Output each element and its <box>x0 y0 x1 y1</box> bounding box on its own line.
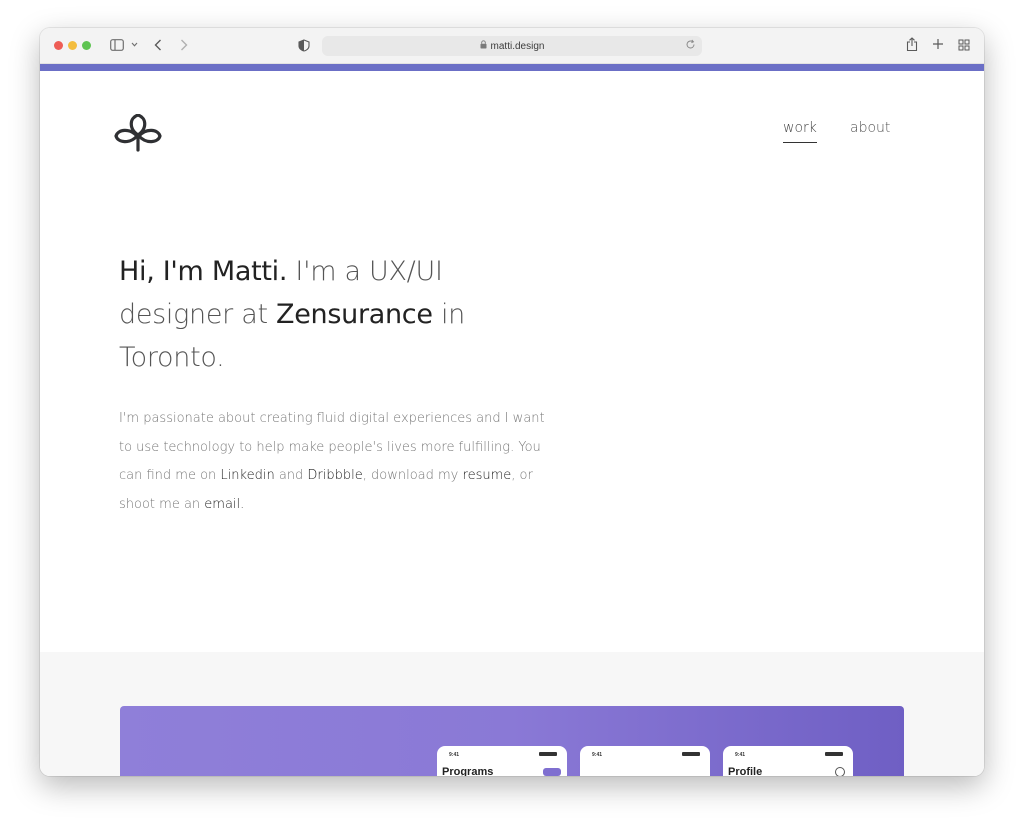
zoom-window-button[interactable] <box>82 41 91 50</box>
back-icon[interactable] <box>154 39 162 51</box>
hero-intro: Hi, I'm Matti. <box>119 256 288 287</box>
address-bar[interactable]: matti.design <box>322 36 702 56</box>
email-link[interactable]: email <box>204 497 240 512</box>
privacy-shield-icon[interactable] <box>298 39 310 52</box>
phone-mockup: 9:41 Programs <box>437 746 567 776</box>
phone-badge <box>543 768 561 776</box>
nav-work[interactable]: work <box>783 120 817 143</box>
status-icons <box>825 752 843 756</box>
phone-mockup: 9:41 <box>580 746 710 776</box>
lock-icon <box>480 40 487 52</box>
bio-text: and <box>274 468 308 484</box>
bio-text: , download my <box>362 468 463 484</box>
new-tab-icon[interactable] <box>932 38 944 50</box>
status-icons <box>539 752 557 756</box>
minimize-window-button[interactable] <box>68 41 77 50</box>
project-card[interactable]: 9:41 Programs 9:41 9:41 Profile <box>120 706 904 776</box>
site-logo-icon[interactable] <box>114 113 162 159</box>
hero-company: Zensurance <box>276 299 433 330</box>
status-icons <box>682 752 700 756</box>
browser-toolbar: matti.design <box>40 28 984 64</box>
linkedin-link[interactable]: Linkedin <box>220 468 274 483</box>
sidebar-toggle-icon[interactable] <box>110 39 124 51</box>
phone-mockup: 9:41 Profile <box>723 746 853 776</box>
phone-time: 9:41 <box>449 752 460 758</box>
page-content: work about Hi, I'm Matti. I'm a UX/UI de… <box>40 71 984 776</box>
url-text: matti.design <box>490 40 545 52</box>
resume-link[interactable]: resume <box>463 468 512 483</box>
nav-about[interactable]: about <box>850 120 890 136</box>
reload-icon[interactable] <box>685 39 696 53</box>
chevron-down-icon[interactable] <box>131 42 138 47</box>
hero-heading: Hi, I'm Matti. I'm a UX/UI designer at Z… <box>119 250 479 379</box>
phone-title: Programs <box>442 766 494 776</box>
gear-icon <box>835 767 845 776</box>
close-window-button[interactable] <box>54 41 63 50</box>
tab-overview-icon[interactable] <box>958 39 970 51</box>
phone-time: 9:41 <box>735 752 746 758</box>
phone-title: Profile <box>728 766 763 776</box>
bio-text: . <box>240 497 245 513</box>
dribbble-link[interactable]: Dribbble <box>307 468 362 483</box>
forward-icon[interactable] <box>180 39 188 51</box>
phone-time: 9:41 <box>592 752 603 758</box>
share-icon[interactable] <box>906 37 918 52</box>
browser-window: matti.design work about Hi, I'm Matti. I… <box>40 28 984 776</box>
bio-paragraph: I'm passionate about creating fluid digi… <box>119 405 559 520</box>
accent-bar <box>40 64 984 71</box>
